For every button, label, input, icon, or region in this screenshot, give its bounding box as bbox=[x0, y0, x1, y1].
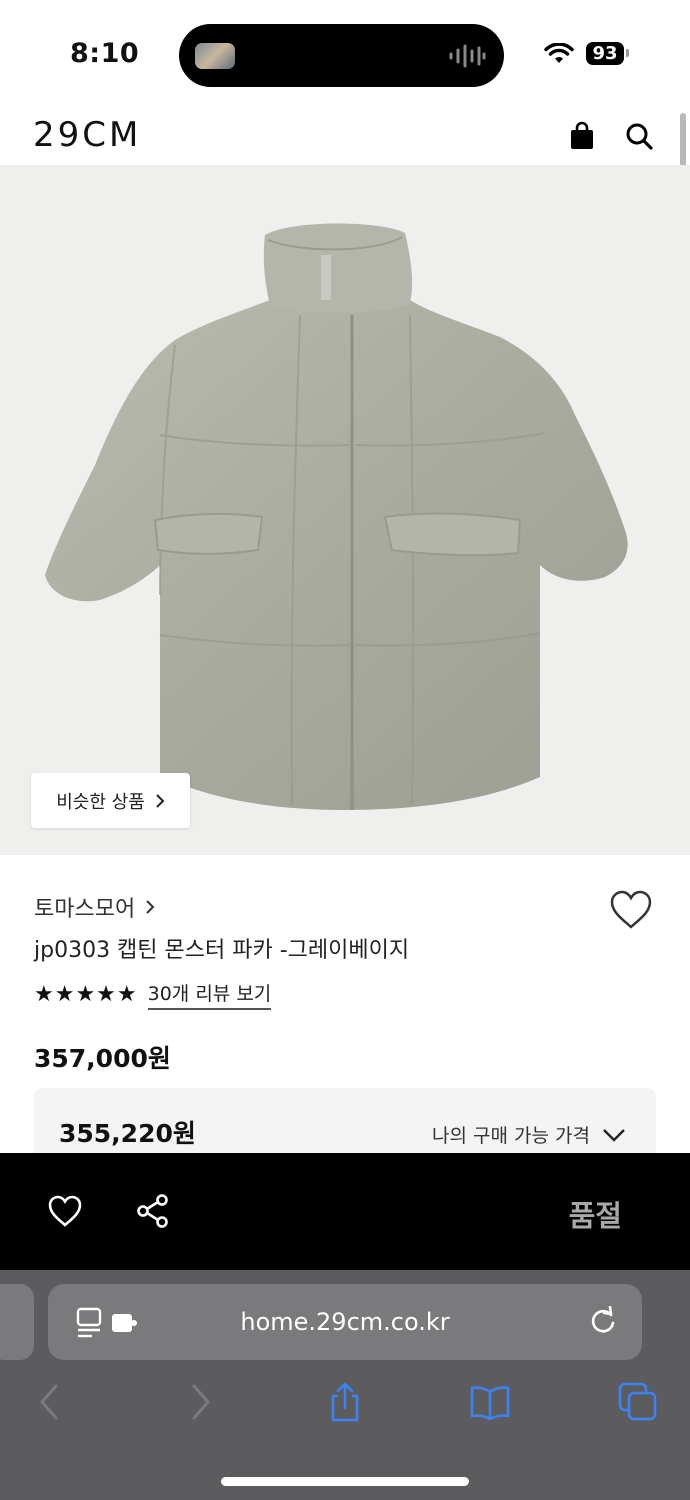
now-playing-thumbnail bbox=[195, 43, 235, 69]
bottom-action-bar: 품절 bbox=[0, 1153, 690, 1270]
similar-products-button[interactable]: 비슷한 상품 bbox=[31, 773, 190, 828]
site-logo[interactable]: 29CM bbox=[33, 115, 141, 155]
home-indicator[interactable] bbox=[221, 1477, 469, 1486]
similar-products-label: 비슷한 상품 bbox=[56, 791, 145, 813]
my-price-label: 나의 구매 가능 가격 bbox=[432, 1125, 590, 1147]
dynamic-island[interactable] bbox=[179, 24, 504, 87]
share-icon[interactable] bbox=[135, 1193, 171, 1229]
bookmarks-icon[interactable] bbox=[470, 1382, 510, 1422]
rating-stars: ★★★★★ bbox=[34, 982, 138, 1007]
forward-arrow-icon[interactable] bbox=[180, 1382, 220, 1422]
wifi-icon bbox=[544, 42, 574, 63]
shopping-bag-icon[interactable] bbox=[567, 121, 597, 151]
product-image[interactable]: 비슷한 상품 bbox=[0, 165, 690, 855]
heart-outline-icon[interactable] bbox=[608, 887, 654, 933]
brand-name: 토마스모어 bbox=[34, 897, 136, 922]
url-text: home.29cm.co.kr bbox=[240, 1308, 450, 1336]
my-price-toggle[interactable]: 나의 구매 가능 가격 bbox=[432, 1121, 626, 1148]
search-icon[interactable] bbox=[624, 121, 654, 151]
chevron-right-icon bbox=[156, 793, 165, 808]
padded-parka-illustration bbox=[45, 223, 628, 810]
heart-outline-icon[interactable] bbox=[47, 1193, 83, 1229]
brand-link[interactable]: 토마스모어 bbox=[34, 891, 155, 923]
chevron-right-icon bbox=[146, 900, 155, 914]
soldout-button[interactable]: 품절 bbox=[569, 1193, 622, 1235]
status-time: 8:10 bbox=[70, 38, 140, 69]
product-name: jp0303 캡틴 몬스터 파카 -그레이베이지 bbox=[34, 938, 410, 963]
battery-indicator: 93 bbox=[586, 42, 629, 65]
previous-tab-preview[interactable] bbox=[0, 1284, 34, 1360]
address-bar[interactable]: home.29cm.co.kr bbox=[48, 1284, 642, 1360]
tabs-icon[interactable] bbox=[618, 1382, 658, 1422]
audio-waveform-icon bbox=[449, 44, 486, 68]
reload-icon[interactable] bbox=[588, 1306, 618, 1336]
rating-row: ★★★★★ 30개 리뷰 보기 bbox=[34, 979, 272, 1010]
status-bar: 8:10 93 bbox=[0, 0, 690, 105]
chevron-down-icon bbox=[603, 1128, 625, 1142]
my-price-value: 355,220원 bbox=[59, 1119, 196, 1148]
site-header: 29CM bbox=[0, 105, 690, 165]
back-arrow-icon[interactable] bbox=[30, 1382, 70, 1422]
share-icon[interactable] bbox=[325, 1382, 365, 1422]
review-link[interactable]: 30개 리뷰 보기 bbox=[147, 979, 272, 1010]
browser-toolbar: home.29cm.co.kr bbox=[0, 1270, 690, 1500]
product-price: 357,000원 bbox=[34, 1044, 171, 1073]
